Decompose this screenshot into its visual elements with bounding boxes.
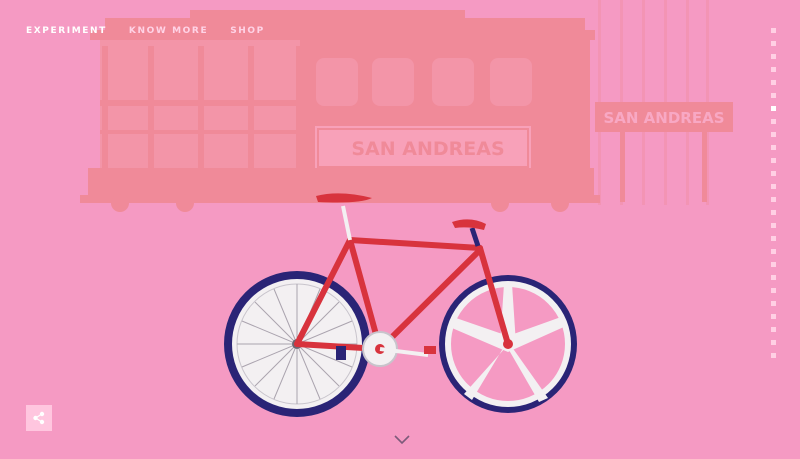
background-scene: SAN ANDREAS SAN ANDREAS	[80, 0, 733, 417]
share-icon	[33, 411, 45, 425]
pager-dot[interactable]	[771, 184, 776, 189]
tram-sign-text: SAN ANDREAS	[351, 138, 504, 160]
bicycle-illustration	[224, 193, 577, 417]
pager-dot[interactable]	[771, 28, 776, 33]
pager-dot[interactable]	[771, 145, 776, 150]
section-pager	[771, 28, 776, 366]
pager-dot[interactable]	[771, 93, 776, 98]
pager-dot[interactable]	[771, 67, 776, 72]
pager-dot[interactable]	[771, 119, 776, 124]
pager-dot[interactable]	[771, 197, 776, 202]
pager-dot[interactable]	[771, 54, 776, 59]
chevron-down-icon	[394, 435, 410, 445]
pager-dot[interactable]	[771, 288, 776, 293]
pager-dot[interactable]	[771, 353, 776, 358]
nav-experiment[interactable]: EXPERIMENT	[26, 26, 107, 36]
pager-dot[interactable]	[771, 158, 776, 163]
pager-dot[interactable]	[771, 210, 776, 215]
pager-dot[interactable]	[771, 262, 776, 267]
pager-dot[interactable]	[771, 314, 776, 319]
pager-dot[interactable]	[771, 80, 776, 85]
pager-dot[interactable]	[771, 327, 776, 332]
pager-dot[interactable]	[771, 236, 776, 241]
scroll-down-button[interactable]	[393, 431, 411, 445]
pager-dot[interactable]	[771, 171, 776, 176]
nav-know-more[interactable]: KNOW MORE	[129, 26, 208, 36]
station-sign-text: SAN ANDREAS	[603, 109, 724, 127]
pager-dot[interactable]	[771, 132, 776, 137]
pager-dot[interactable]	[771, 223, 776, 228]
pager-dot[interactable]	[771, 275, 776, 280]
nav-shop[interactable]: SHOP	[230, 26, 265, 36]
share-button[interactable]	[26, 405, 52, 431]
pager-dot[interactable]	[771, 106, 776, 111]
pager-dot[interactable]	[771, 249, 776, 254]
top-nav: EXPERIMENT KNOW MORE SHOP	[26, 26, 265, 36]
pager-dot[interactable]	[771, 301, 776, 306]
pager-dot[interactable]	[771, 41, 776, 46]
pager-dot[interactable]	[771, 340, 776, 345]
